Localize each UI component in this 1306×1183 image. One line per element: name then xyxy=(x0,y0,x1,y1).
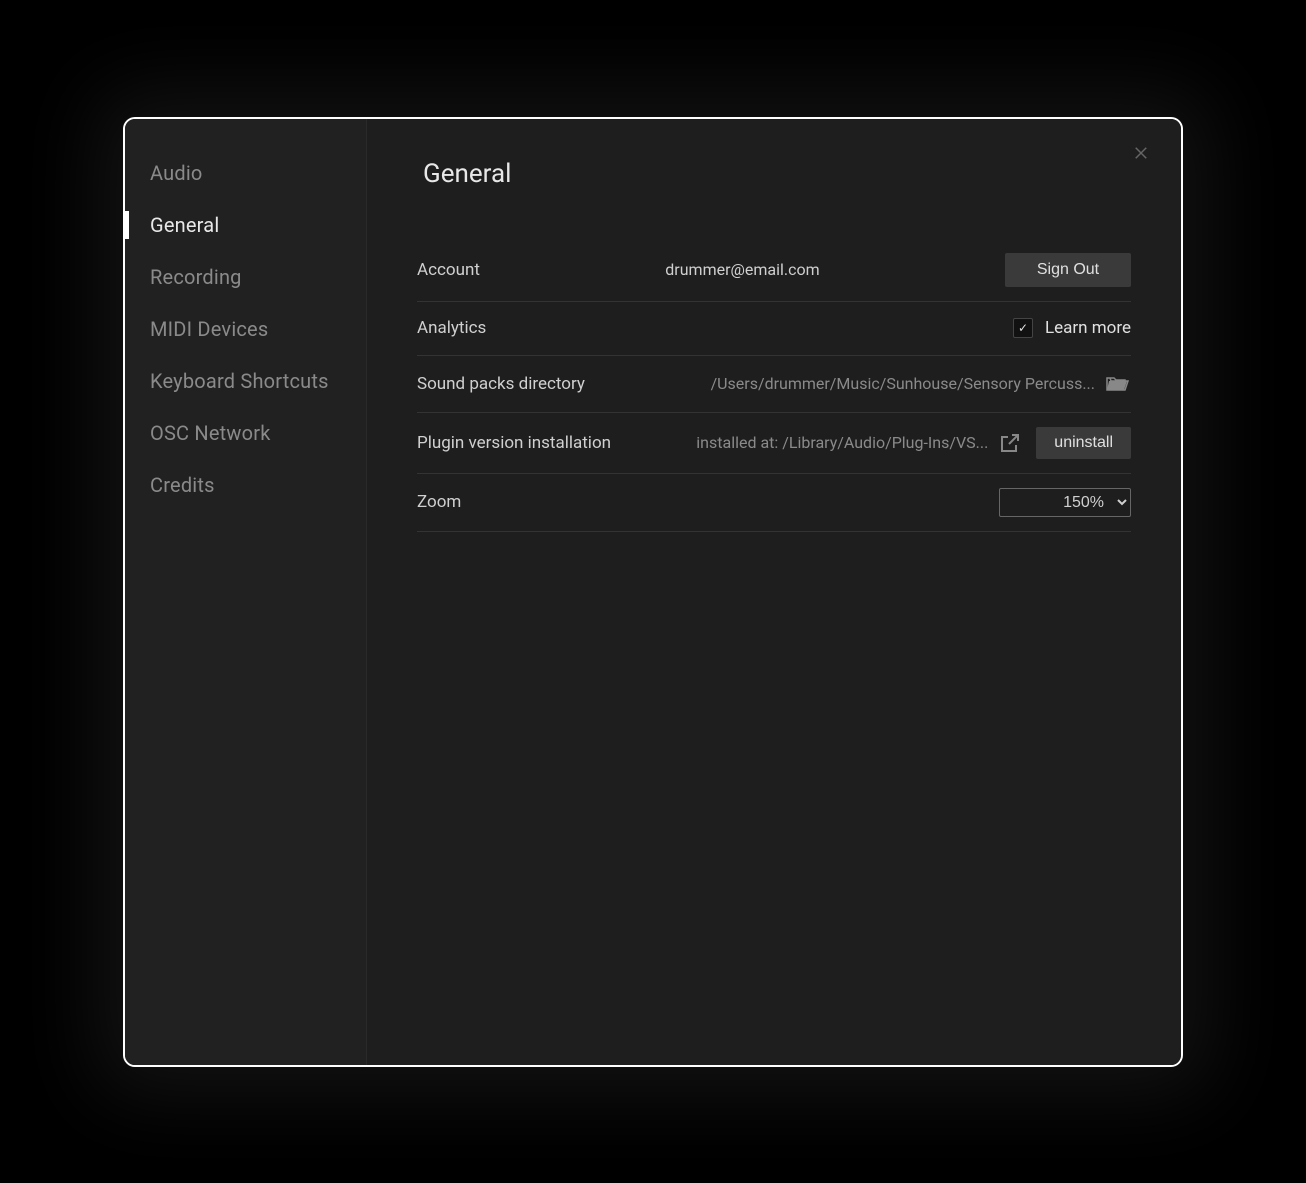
sidebar-item-label: Keyboard Shortcuts xyxy=(150,369,329,393)
sidebar-item-general[interactable]: General xyxy=(125,199,366,251)
row-analytics: Analytics ✓ Learn more xyxy=(417,302,1131,356)
zoom-label: Zoom xyxy=(417,492,461,512)
zoom-select[interactable]: 50%75%100%125%150%175%200% xyxy=(999,488,1131,517)
folder-open-icon xyxy=(1105,372,1129,396)
plugin-path: installed at: /Library/Audio/Plug-Ins/VS… xyxy=(611,433,996,452)
external-link-icon xyxy=(998,431,1022,455)
soundpacks-path: /Users/drummer/Music/Sunhouse/Sensory Pe… xyxy=(585,374,1103,393)
analytics-checkbox[interactable]: ✓ xyxy=(1013,318,1033,338)
page-title: General xyxy=(423,159,1131,189)
row-zoom: Zoom 50%75%100%125%150%175%200% xyxy=(417,474,1131,532)
row-soundpacks: Sound packs directory /Users/drummer/Mus… xyxy=(417,356,1131,413)
row-plugin: Plugin version installation installed at… xyxy=(417,413,1131,474)
account-label: Account xyxy=(417,260,480,280)
sidebar-item-credits[interactable]: Credits xyxy=(125,459,366,511)
sidebar-item-recording[interactable]: Recording xyxy=(125,251,366,303)
main-panel: General Account drummer@email.com Sign O… xyxy=(367,119,1181,1065)
uninstall-button[interactable]: uninstall xyxy=(1036,427,1131,459)
account-email: drummer@email.com xyxy=(480,260,1005,279)
analytics-learn-more-link[interactable]: Learn more xyxy=(1045,318,1131,338)
sidebar-item-label: General xyxy=(150,213,219,237)
sidebar-item-label: OSC Network xyxy=(150,421,271,445)
sidebar-item-label: Recording xyxy=(150,265,242,289)
sidebar-item-audio[interactable]: Audio xyxy=(125,147,366,199)
check-icon: ✓ xyxy=(1018,321,1028,335)
sidebar-item-label: Credits xyxy=(150,473,215,497)
settings-list: Account drummer@email.com Sign Out Analy… xyxy=(417,239,1131,532)
sidebar-item-label: Audio xyxy=(150,161,203,185)
analytics-label: Analytics xyxy=(417,318,486,338)
sidebar-item-midi-devices[interactable]: MIDI Devices xyxy=(125,303,366,355)
sidebar-item-osc-network[interactable]: OSC Network xyxy=(125,407,366,459)
settings-window: Audio General Recording MIDI Devices Key… xyxy=(123,117,1183,1067)
close-icon xyxy=(1132,144,1150,162)
sign-out-button[interactable]: Sign Out xyxy=(1005,253,1131,287)
browse-folder-button[interactable] xyxy=(1103,370,1131,398)
row-account: Account drummer@email.com Sign Out xyxy=(417,239,1131,302)
soundpacks-label: Sound packs directory xyxy=(417,374,585,394)
close-button[interactable] xyxy=(1129,141,1153,165)
open-external-button[interactable] xyxy=(996,429,1024,457)
sidebar-item-keyboard-shortcuts[interactable]: Keyboard Shortcuts xyxy=(125,355,366,407)
sidebar: Audio General Recording MIDI Devices Key… xyxy=(125,119,367,1065)
sidebar-item-label: MIDI Devices xyxy=(150,317,268,341)
plugin-label: Plugin version installation xyxy=(417,433,611,453)
